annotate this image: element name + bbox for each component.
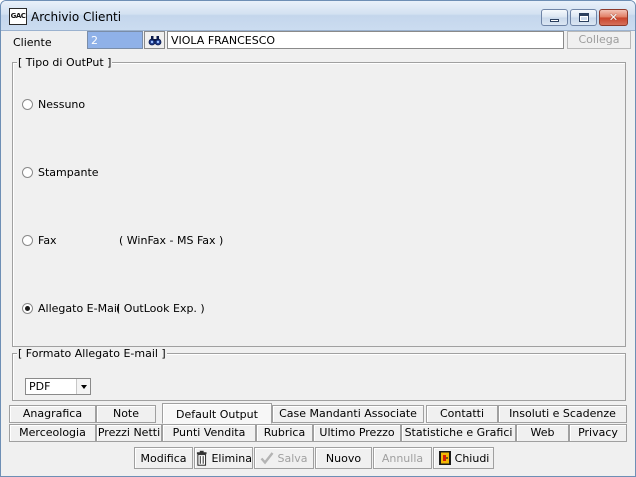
binoculars-icon <box>148 36 161 46</box>
annulla-button[interactable]: Annulla <box>373 447 432 469</box>
minimize-icon <box>550 19 559 22</box>
client-name-field[interactable]: VIOLA FRANCESCO <box>167 31 564 49</box>
nuovo-button[interactable]: Nuovo <box>315 447 372 469</box>
email-note: ( OutLook Exp. ) <box>116 302 205 315</box>
chiudi-label: Chiudi <box>454 451 490 465</box>
tab-web[interactable]: Web <box>516 424 569 442</box>
elimina-button[interactable]: Elimina <box>194 447 253 469</box>
chiudi-button[interactable]: Chiudi <box>433 447 494 469</box>
radio-fax[interactable]: Fax <box>22 234 57 247</box>
radio-fax-indicator[interactable] <box>22 235 33 246</box>
elimina-label: Elimina <box>211 451 252 465</box>
tab-default-output[interactable]: Default Output <box>162 403 272 424</box>
client-row: Cliente 2 VIOLA FRANCESCO Collega <box>1 31 635 51</box>
modifica-label: Modifica <box>140 451 187 465</box>
radio-nessuno-indicator[interactable] <box>22 99 33 110</box>
fax-note: ( WinFax - MS Fax ) <box>119 234 224 247</box>
tab-privacy[interactable]: Privacy <box>569 424 627 442</box>
attachment-format-legend: [ Formato Allegato E-mail ] <box>17 347 167 360</box>
tab-case-mandanti-associate[interactable]: Case Mandanti Associate <box>272 405 424 423</box>
client-label: Cliente <box>13 36 52 49</box>
radio-allegato-email[interactable]: Allegato E-Mail <box>22 302 120 315</box>
radio-allegato-email-label: Allegato E-Mail <box>38 302 120 315</box>
client-lookup-button[interactable] <box>144 31 165 49</box>
chevron-down-icon[interactable] <box>76 379 90 394</box>
format-select[interactable]: PDF <box>25 378 91 395</box>
title-bar[interactable]: GAC Archivio Clienti ✕ <box>1 1 635 31</box>
checkmark-icon <box>261 452 274 465</box>
tab-prezzi-netti[interactable]: Prezzi Netti <box>96 424 162 442</box>
exit-door-icon <box>438 451 451 465</box>
attachment-format-group: [ Formato Allegato E-mail ] PDF <box>12 347 626 401</box>
minimize-button[interactable] <box>541 9 568 26</box>
tab-note[interactable]: Note <box>96 405 156 423</box>
client-code-field[interactable]: 2 <box>87 31 143 49</box>
radio-stampante[interactable]: Stampante <box>22 166 99 179</box>
tab-punti-vendita[interactable]: Punti Vendita <box>162 424 256 442</box>
salva-label: Salva <box>277 451 308 465</box>
trash-icon <box>196 450 207 466</box>
maximize-button[interactable] <box>570 9 597 26</box>
radio-nessuno[interactable]: Nessuno <box>22 98 85 111</box>
radio-stampante-indicator[interactable] <box>22 167 33 178</box>
maximize-icon <box>578 13 589 22</box>
tab-insoluti-e-scadenze[interactable]: Insoluti e Scadenze <box>498 405 627 423</box>
modifica-button[interactable]: Modifica <box>134 447 193 469</box>
salva-button[interactable]: Salva <box>254 447 314 469</box>
collega-button[interactable]: Collega <box>567 31 631 49</box>
radio-fax-label: Fax <box>38 234 57 247</box>
tab-contatti[interactable]: Contatti <box>426 405 498 423</box>
nuovo-label: Nuovo <box>325 451 362 465</box>
close-icon: ✕ <box>608 11 619 24</box>
app-logo-icon: GAC <box>9 8 27 25</box>
archivio-clienti-window: GAC Archivio Clienti ✕ Cliente 2 VIOLA F… <box>0 0 636 477</box>
output-type-legend: [ Tipo di OutPut ] <box>17 56 113 69</box>
tab-rubrica[interactable]: Rubrica <box>256 424 313 442</box>
radio-stampante-label: Stampante <box>38 166 99 179</box>
radio-nessuno-label: Nessuno <box>38 98 86 111</box>
window-title: Archivio Clienti <box>31 10 122 24</box>
format-select-value: PDF <box>29 380 51 393</box>
tab-anagrafica[interactable]: Anagrafica <box>9 405 96 423</box>
tab-merceologia[interactable]: Merceologia <box>9 424 96 442</box>
tab-ultimo-prezzo[interactable]: Ultimo Prezzo <box>313 424 401 442</box>
tab-statistiche-e-grafici[interactable]: Statistiche e Grafici <box>401 424 516 442</box>
radio-allegato-email-indicator[interactable] <box>22 303 33 314</box>
output-type-group: [ Tipo di OutPut ] Nessuno Stampante Fax… <box>12 56 626 347</box>
close-window-button[interactable]: ✕ <box>599 9 628 26</box>
annulla-label: Annulla <box>381 451 424 465</box>
